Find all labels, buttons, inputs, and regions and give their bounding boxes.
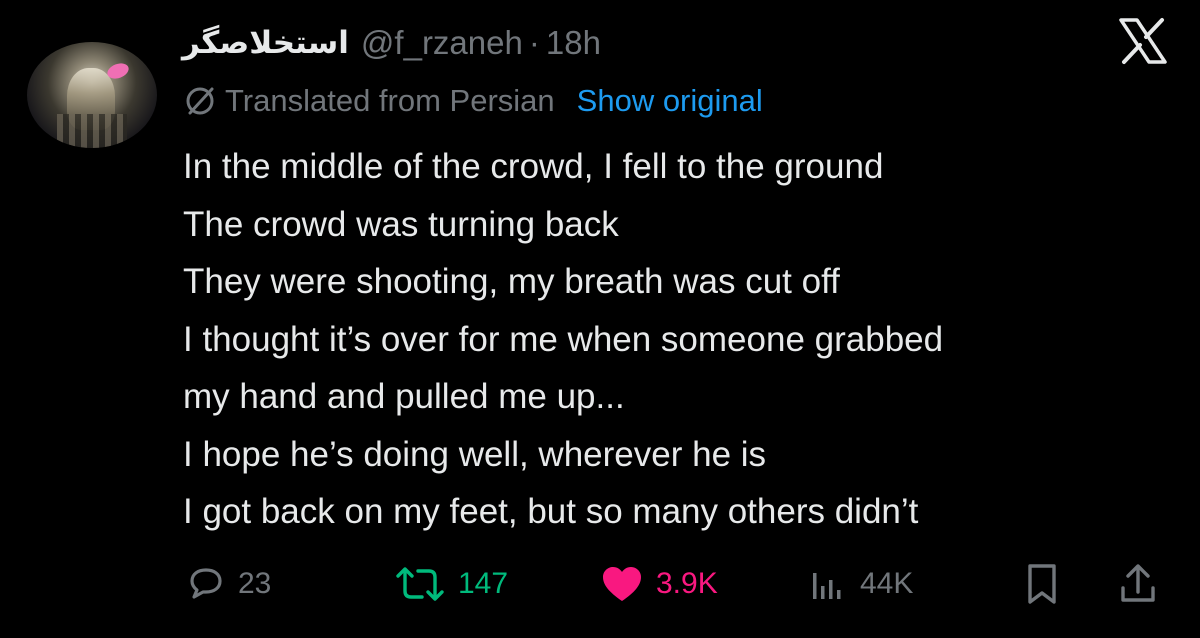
tweet-line: my hand and pulled me up... [183,377,625,416]
bookmark-button[interactable] [1024,556,1060,612]
timestamp[interactable]: 18h [546,24,601,62]
like-count: 3.9K [656,567,718,600]
action-bar: 23 147 3.9K 44K [0,556,1200,612]
retweet-count: 147 [458,567,509,600]
reply-count: 23 [238,567,272,600]
user-handle[interactable]: @f_rzaneh [361,24,523,62]
retweet-button[interactable]: 147 [394,556,508,612]
reply-icon [190,568,222,599]
tweet-header: استخلاصگر @f_rzaneh · 18h [182,18,601,68]
reply-button[interactable]: 23 [186,556,271,612]
translation-notice: Translated from Persian [225,83,555,118]
tweet: استخلاصگر @f_rzaneh · 18h Translated fro… [0,0,1200,638]
tweet-line: In the middle of the crowd, I fell to th… [183,147,884,186]
translation-bar: Translated from Persian Show original [183,80,763,122]
x-logo-icon [1119,18,1167,64]
avatar-drips [57,114,127,148]
share-button[interactable] [1118,556,1158,612]
tweet-line: The crowd was turning back [183,204,619,244]
like-button[interactable]: 3.9K [600,556,718,612]
tweet-text: In the middle of the crowd, I fell to th… [183,138,1183,541]
display-name[interactable]: استخلاصگر [182,25,349,61]
show-original-link[interactable]: Show original [577,83,763,119]
heart-icon [603,567,641,601]
views-count: 44K [860,567,914,600]
views-icon [813,573,841,599]
tweet-line: I got back on my feet, but so many other… [183,492,919,531]
bookmark-icon [1028,564,1056,604]
translate-icon [186,87,214,115]
tweet-line: I hope he’s doing well, wherever he is [183,434,767,474]
retweet-icon [396,567,444,601]
views-button[interactable]: 44K [808,556,913,612]
tweet-line: I thought it’s over for me when someone … [183,319,944,359]
separator-dot: · [528,24,540,61]
share-icon [1121,564,1155,602]
tweet-line: They were shooting, my breath was cut of… [183,262,840,301]
avatar[interactable] [27,42,157,148]
